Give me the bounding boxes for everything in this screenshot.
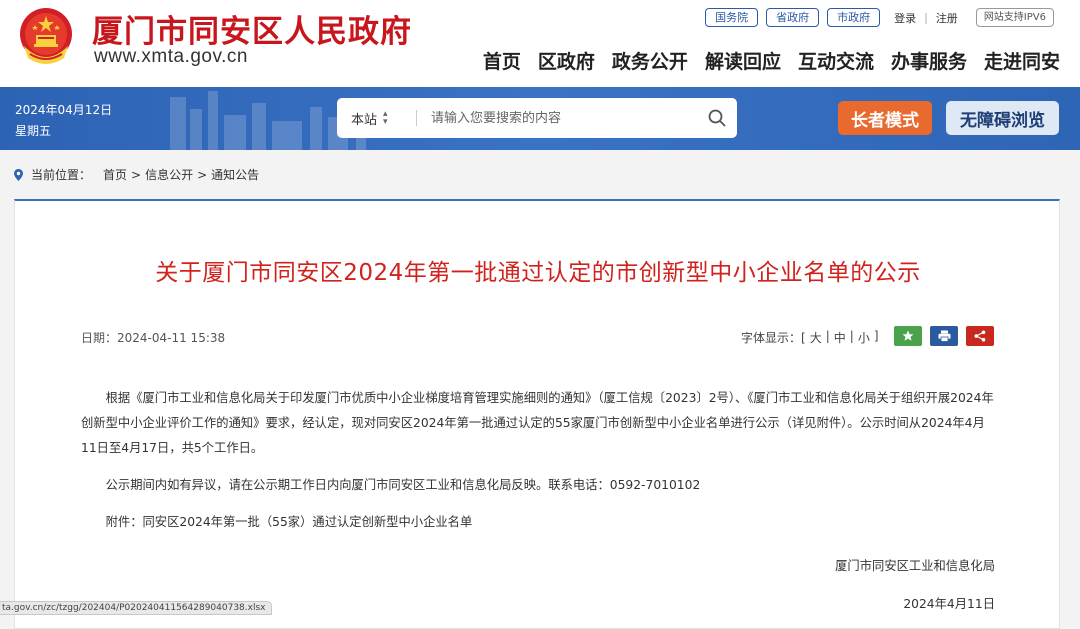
nav-services[interactable]: 办事服务	[891, 47, 967, 74]
nav-gov-affairs[interactable]: 政务公开	[612, 47, 688, 74]
star-icon	[902, 330, 914, 341]
breadcrumb-separator: >	[131, 167, 142, 182]
print-icon	[938, 330, 950, 342]
current-date: 2024年04月12日 星期五	[15, 100, 112, 142]
site-url: www.xmta.gov.cn	[94, 46, 248, 67]
nav-about-tongan[interactable]: 走进同安	[984, 47, 1060, 74]
favorite-button[interactable]	[894, 326, 922, 346]
attachment-link[interactable]: 附件：同安区2024年第一批（55家）通过认定创新型中小企业名单	[81, 510, 997, 535]
breadcrumb: 当前位置： 首页 > 信息公开 > 通知公告	[14, 166, 259, 183]
font-size-separator: |	[825, 329, 830, 343]
weekday-text: 星期五	[15, 124, 52, 138]
nav-district-gov[interactable]: 区政府	[538, 47, 595, 74]
breadcrumb-separator: >	[197, 167, 208, 182]
font-size-separator: |	[849, 329, 854, 343]
font-size-label: 字体显示：[	[741, 331, 806, 345]
article-body: 根据《厦门市工业和信息化局关于印发厦门市优质中小企业梯度培育管理实施细则的通知》…	[81, 386, 997, 547]
font-size-large[interactable]: 大	[810, 329, 822, 346]
search-scope-label: 本站	[351, 112, 378, 128]
search-icon	[708, 109, 726, 127]
article-paragraph: 公示期间内如有异议，请在公示期工作日内向厦门市同安区工业和信息化局反映。联系电话…	[105, 478, 701, 492]
font-size-close: ]	[873, 329, 879, 343]
signature-organization: 厦门市同安区工业和信息化局	[835, 559, 995, 573]
login-link[interactable]: 登录	[894, 10, 916, 26]
ipv6-badge: 网站支持IPV6	[975, 8, 1054, 27]
font-size-small[interactable]: 小	[858, 329, 870, 346]
article-title: 关于厦门市同安区2024年第一批通过认定的市创新型中小企业名单的公示	[155, 260, 921, 286]
breadcrumb-info-public[interactable]: 信息公开	[145, 166, 193, 183]
search-scope-select[interactable]: 本站 ▴ ▾	[337, 109, 417, 128]
site-title[interactable]: 厦门市同安区人民政府	[92, 6, 412, 51]
font-size-switcher: 字体显示：[ 大 | 中 | 小 ]	[741, 329, 879, 346]
article-card: 关于厦门市同安区2024年第一批通过认定的市创新型中小企业名单的公示 日期：20…	[14, 199, 1060, 629]
nav-interaction[interactable]: 互动交流	[798, 47, 874, 74]
print-button[interactable]	[930, 326, 958, 346]
link-url-status: ta.gov.cn/zc/tzgg/202404/P02024041156428…	[0, 601, 273, 615]
share-button[interactable]	[966, 326, 994, 346]
share-icon	[974, 330, 986, 342]
breadcrumb-prefix: 当前位置：	[31, 168, 92, 182]
link-provincial-gov[interactable]: 省政府	[766, 8, 820, 27]
register-link[interactable]: 注册	[936, 10, 958, 26]
article-paragraph: 根据《厦门市工业和信息化局关于印发厦门市优质中小企业梯度培育管理实施细则的通知》…	[81, 391, 994, 455]
main-nav: 首页 区政府 政务公开 解读回应 互动交流 办事服务 走进同安	[483, 47, 1060, 74]
national-emblem-icon[interactable]	[16, 6, 76, 68]
search-input[interactable]	[431, 110, 697, 126]
link-state-council[interactable]: 国务院	[705, 8, 759, 27]
updown-arrows-icon: ▴ ▾	[383, 109, 388, 127]
search-button[interactable]	[697, 98, 737, 138]
font-size-medium[interactable]: 中	[834, 329, 846, 346]
top-links: 国务院 省政府 市政府 登录 | 注册 网站支持IPV6	[705, 8, 1054, 27]
date-text: 2024年04月12日	[15, 103, 113, 117]
nav-home[interactable]: 首页	[483, 47, 521, 74]
nav-interpretation[interactable]: 解读回应	[705, 47, 781, 74]
accessible-browse-button[interactable]: 无障碍浏览	[946, 101, 1059, 135]
link-city-gov[interactable]: 市政府	[827, 8, 881, 27]
utility-bar: 2024年04月12日 星期五 本站 ▴▾ 长者模式 无障碍浏览	[0, 87, 1080, 150]
site-header: 厦门市同安区人民政府 www.xmta.gov.cn 国务院 省政府 市政府 登…	[0, 0, 1080, 87]
breadcrumb-notices[interactable]: 通知公告	[211, 166, 259, 183]
article-date: 日期：2024-04-11 15:38	[81, 331, 226, 345]
search-box: 本站 ▴ ▾	[337, 98, 737, 138]
location-pin-icon	[14, 168, 23, 181]
signature-date: 2024年4月11日	[903, 597, 995, 611]
elder-mode-button[interactable]: 长者模式	[838, 101, 932, 135]
login-separator: |	[924, 11, 928, 24]
breadcrumb-home[interactable]: 首页	[103, 166, 127, 183]
